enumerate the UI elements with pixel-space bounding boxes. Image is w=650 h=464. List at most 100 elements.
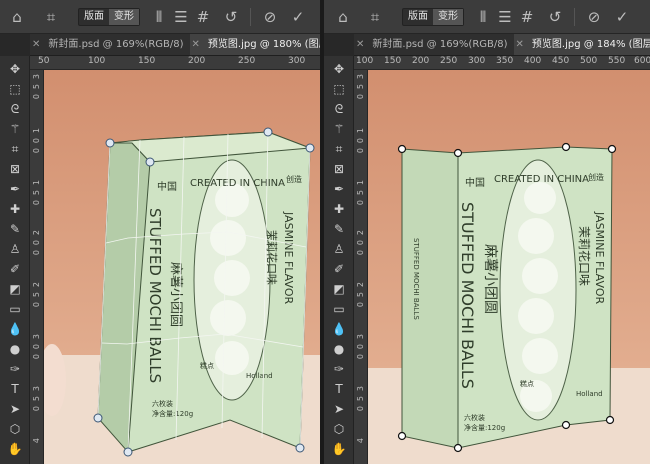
blur-tool-icon[interactable]: 💧	[328, 320, 350, 338]
split-horizontal-icon[interactable]: ☰	[170, 6, 192, 28]
commit-check-icon[interactable]: ✓	[287, 6, 309, 28]
split-vertical-icon[interactable]: ⦀	[148, 6, 170, 28]
shape-tool-icon[interactable]: ⬡	[328, 420, 350, 438]
cancel-icon[interactable]: ⊘	[259, 6, 281, 28]
type-tool-icon[interactable]: T	[328, 380, 350, 398]
pieces-text: 六枚装	[152, 399, 173, 408]
document-canvas[interactable]: 中国 CREATED IN CHINA 创造 STUFFED MOCHI BAL…	[368, 70, 650, 464]
ruler-label: 1	[32, 180, 41, 186]
lasso-tool-icon[interactable]: ᘓ	[4, 100, 26, 118]
warp-grid-icon[interactable]: ⌗	[364, 6, 386, 28]
split-cross-icon[interactable]: #	[516, 6, 538, 28]
split-vertical-icon[interactable]: ⦀	[472, 6, 494, 28]
close-tab-icon[interactable]: ✕	[32, 34, 40, 55]
document-canvas[interactable]: 中国 CREATED IN CHINA 创造 STUFFED MOCHI BAL…	[44, 70, 320, 464]
mode-warp-button[interactable]: 变形	[433, 8, 463, 25]
marquee-tool-icon[interactable]: ⬚	[4, 80, 26, 98]
hand-tool-icon[interactable]: ✋	[328, 440, 350, 458]
crop-tool-icon[interactable]: ⌗	[328, 140, 350, 158]
gradient-tool-icon[interactable]: ▭	[328, 300, 350, 318]
eyedropper-tool-icon[interactable]: ✒	[328, 180, 350, 198]
healing-tool-icon[interactable]: ✚	[328, 200, 350, 218]
warp-mode-toggle[interactable]: 版面 变形	[402, 7, 464, 26]
split-cross-icon[interactable]: #	[192, 6, 214, 28]
eraser-tool-icon[interactable]: ◩	[328, 280, 350, 298]
ruler-label: 0	[32, 250, 41, 256]
warp-mode-toggle[interactable]: 版面 变形	[78, 7, 140, 26]
tab-new-cover[interactable]: ✕ 新封面.psd @ 169%(RGB/8)	[354, 34, 514, 55]
eraser-tool-icon[interactable]: ◩	[4, 280, 26, 298]
transform-handle[interactable]	[561, 142, 571, 152]
options-bar: ⌂ ⌗ 版面 变形 ⦀ ☰ # ↺ ⊘ ✓	[324, 0, 650, 34]
tab-new-cover[interactable]: ✕ 新封面.psd @ 169%(RGB/8)	[30, 34, 190, 55]
magic-wand-tool-icon[interactable]: ⚚	[328, 120, 350, 138]
dodge-tool-icon[interactable]: ●	[328, 340, 350, 358]
lasso-tool-icon[interactable]: ᘓ	[328, 100, 350, 118]
warp-handle[interactable]	[263, 127, 273, 137]
transform-handle[interactable]	[607, 144, 617, 154]
ruler-label: 200	[412, 56, 430, 66]
ruler-label: 600	[634, 56, 650, 66]
crop-tool-icon[interactable]: ⌗	[4, 140, 26, 158]
document-tabs: ✕ 新封面.psd @ 169%(RGB/8) ✕ 预览图.jpg @ 180%…	[30, 34, 320, 56]
ruler-label: 5	[32, 190, 41, 196]
warp-handle[interactable]	[295, 443, 305, 453]
close-tab-icon[interactable]: ✕	[516, 34, 524, 55]
frame-tool-icon[interactable]: ⊠	[328, 160, 350, 178]
stamp-tool-icon[interactable]: ♙	[4, 240, 26, 258]
warp-handle[interactable]	[93, 413, 103, 423]
move-tool-icon[interactable]: ✥	[4, 60, 26, 78]
pen-tool-icon[interactable]: ✑	[4, 360, 26, 378]
warp-handle[interactable]	[123, 447, 133, 457]
transform-handle[interactable]	[605, 415, 615, 425]
blur-tool-icon[interactable]: 💧	[4, 320, 26, 338]
transform-handle[interactable]	[453, 443, 463, 453]
cancel-icon[interactable]: ⊘	[583, 6, 605, 28]
mode-layout-button[interactable]: 版面	[403, 9, 433, 25]
path-select-tool-icon[interactable]: ➤	[4, 400, 26, 418]
magic-wand-tool-icon[interactable]: ⚚	[4, 120, 26, 138]
transform-handle[interactable]	[561, 420, 571, 430]
commit-check-icon[interactable]: ✓	[611, 6, 633, 28]
split-horizontal-icon[interactable]: ☰	[494, 6, 516, 28]
hand-tool-icon[interactable]: ✋	[4, 440, 26, 458]
ruler-label: 100	[88, 56, 106, 66]
tab-preview[interactable]: ✕ 预览图.jpg @ 184% (图层 2	[513, 34, 650, 55]
warp-handle[interactable]	[105, 138, 115, 148]
transform-handle[interactable]	[397, 144, 407, 154]
path-select-tool-icon[interactable]: ➤	[328, 400, 350, 418]
warp-preview-right[interactable]: 中国 CREATED IN CHINA 创造 STUFFED MOCHI BAL…	[368, 70, 650, 464]
pen-tool-icon[interactable]: ✑	[328, 360, 350, 378]
history-brush-tool-icon[interactable]: ✐	[4, 260, 26, 278]
mode-layout-button[interactable]: 版面	[79, 9, 109, 25]
close-tab-icon[interactable]: ✕	[192, 34, 200, 55]
warp-handle[interactable]	[145, 157, 155, 167]
warp-grid-icon[interactable]: ⌗	[40, 6, 62, 28]
history-brush-tool-icon[interactable]: ✐	[328, 260, 350, 278]
dodge-tool-icon[interactable]: ●	[4, 340, 26, 358]
zoom-tool-icon[interactable]: ⚲	[4, 460, 26, 464]
healing-tool-icon[interactable]: ✚	[4, 200, 26, 218]
home-icon[interactable]: ⌂	[332, 6, 354, 28]
mode-warp-button[interactable]: 变形	[109, 8, 139, 25]
shape-tool-icon[interactable]: ⬡	[4, 420, 26, 438]
eyedropper-tool-icon[interactable]: ✒	[4, 180, 26, 198]
warp-preview-left[interactable]: 中国 CREATED IN CHINA 创造 STUFFED MOCHI BAL…	[44, 70, 320, 464]
zoom-tool-icon[interactable]: ⚲	[328, 460, 350, 464]
reset-warp-icon[interactable]: ↺	[220, 6, 242, 28]
stamp-tool-icon[interactable]: ♙	[328, 240, 350, 258]
type-tool-icon[interactable]: T	[4, 380, 26, 398]
brush-tool-icon[interactable]: ✎	[328, 220, 350, 238]
transform-handle[interactable]	[453, 148, 463, 158]
home-icon[interactable]: ⌂	[6, 6, 28, 28]
transform-handle[interactable]	[397, 431, 407, 441]
close-tab-icon[interactable]: ✕	[356, 34, 364, 55]
marquee-tool-icon[interactable]: ⬚	[328, 80, 350, 98]
tab-preview[interactable]: ✕ 预览图.jpg @ 180% (图层 2, R	[189, 34, 320, 55]
warp-handle[interactable]	[305, 143, 315, 153]
frame-tool-icon[interactable]: ⊠	[4, 160, 26, 178]
move-tool-icon[interactable]: ✥	[328, 60, 350, 78]
brush-tool-icon[interactable]: ✎	[4, 220, 26, 238]
gradient-tool-icon[interactable]: ▭	[4, 300, 26, 318]
reset-warp-icon[interactable]: ↺	[544, 6, 566, 28]
